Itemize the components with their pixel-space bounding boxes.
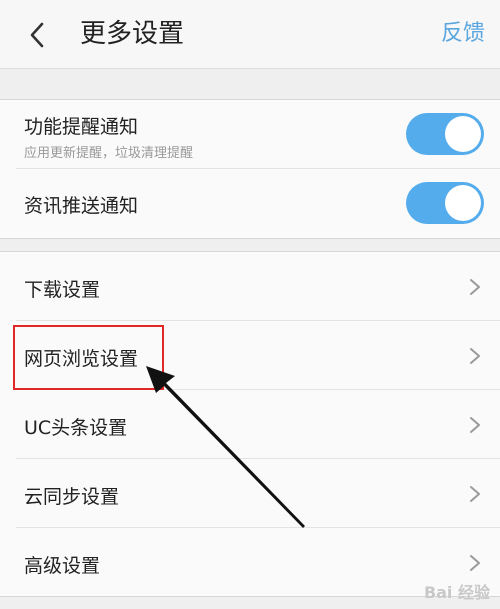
- chevron-left-icon[interactable]: [26, 20, 50, 50]
- row-title: 功能提醒通知: [24, 116, 139, 138]
- toggle-knob: [445, 185, 481, 221]
- top-bar: 更多设置 反馈: [0, 0, 500, 69]
- chevron-right-icon: [470, 486, 480, 502]
- chevron-right-icon: [470, 279, 480, 295]
- watermark: Bai 经验: [423, 583, 490, 602]
- settings-item-download[interactable]: 下载设置: [0, 252, 500, 321]
- chevron-right-icon: [470, 348, 480, 364]
- row-label: UC头条设置: [24, 417, 128, 439]
- feedback-button[interactable]: 反馈: [441, 17, 485, 51]
- notification-section: 功能提醒通知 应用更新提醒，垃圾清理提醒 资讯推送通知: [0, 99, 500, 239]
- feature-notification-row: 功能提醒通知 应用更新提醒，垃圾清理提醒: [0, 100, 500, 169]
- settings-section: 下载设置 网页浏览设置 UC头条设置 云同步设置 高级设置: [0, 251, 500, 597]
- news-push-toggle[interactable]: [406, 182, 484, 224]
- row-title: 资讯推送通知: [24, 195, 139, 217]
- page-title: 更多设置: [80, 19, 185, 49]
- row-label: 下载设置: [24, 279, 101, 301]
- row-label: 云同步设置: [24, 486, 120, 508]
- settings-item-uc-headlines[interactable]: UC头条设置: [0, 390, 500, 459]
- settings-item-cloud-sync[interactable]: 云同步设置: [0, 459, 500, 528]
- row-label: 高级设置: [24, 555, 101, 577]
- row-subtitle: 应用更新提醒，垃圾清理提醒: [24, 146, 194, 161]
- chevron-right-icon: [470, 417, 480, 433]
- news-push-row: 资讯推送通知: [0, 169, 500, 238]
- toggle-knob: [445, 116, 481, 152]
- highlight-box: [13, 325, 164, 390]
- feature-notification-toggle[interactable]: [406, 113, 484, 155]
- chevron-right-icon: [470, 555, 480, 571]
